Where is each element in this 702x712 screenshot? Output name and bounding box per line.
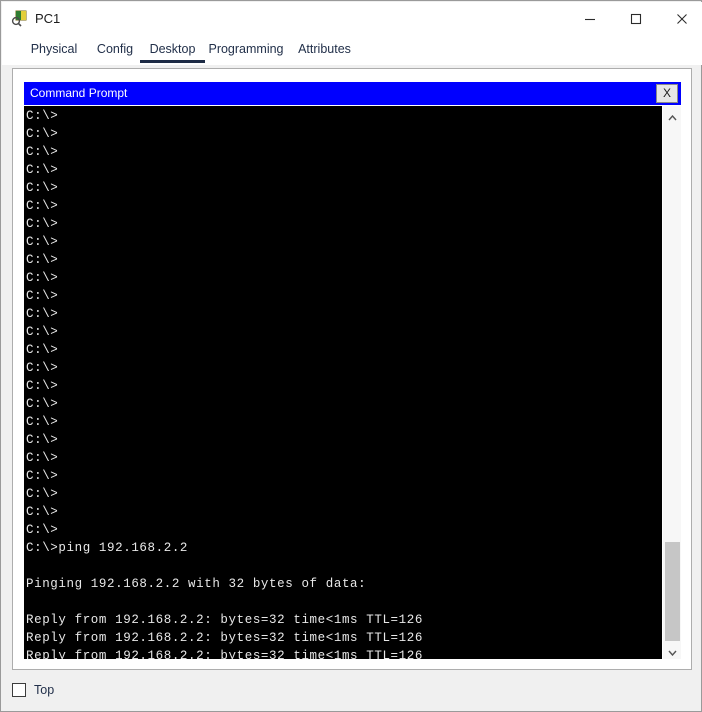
top-checkbox[interactable] [12, 683, 26, 697]
chevron-up-icon[interactable] [663, 106, 681, 124]
bottom-bar: Top [12, 679, 54, 701]
chevron-down-icon[interactable] [663, 641, 681, 659]
tab-label: Physical [30, 42, 78, 56]
tab-physical[interactable]: Physical [18, 35, 90, 65]
close-icon[interactable] [659, 3, 702, 35]
desktop-panel: Command Prompt X C:\> C:\> C:\> C:\> C:\… [12, 68, 692, 670]
command-prompt-title: Command Prompt [30, 86, 128, 100]
device-tab-strip: Physical Config Desktop Programming Attribut… [2, 35, 702, 65]
minimize-icon[interactable] [567, 3, 613, 35]
command-prompt-close-button[interactable]: X [656, 84, 678, 103]
command-prompt-window: Command Prompt X C:\> C:\> C:\> C:\> C:\… [24, 82, 681, 659]
command-prompt-titlebar: Command Prompt X [24, 82, 681, 105]
top-checkbox-label: Top [34, 682, 55, 697]
terminal-area: C:\> C:\> C:\> C:\> C:\> C:\> C:\> C:\> … [24, 106, 681, 659]
tab-config[interactable]: Config [84, 35, 146, 65]
tab-label: Desktop [149, 42, 196, 56]
tab-label: Attributes [298, 42, 351, 56]
tab-attributes[interactable]: Attributes [287, 35, 362, 65]
terminal-output[interactable]: C:\> C:\> C:\> C:\> C:\> C:\> C:\> C:\> … [24, 106, 662, 659]
tab-label: Config [96, 42, 134, 56]
window-titlebar: PC1 [2, 2, 702, 35]
pc1-device-window: PC1 Physical Config Desktop Programming Attr… [0, 0, 702, 712]
terminal-text: C:\> C:\> C:\> C:\> C:\> C:\> C:\> C:\> … [26, 109, 423, 659]
tab-label: Programming [208, 42, 284, 56]
window-title: PC1 [35, 11, 61, 26]
scrollbar-track[interactable] [663, 124, 681, 642]
tab-programming[interactable]: Programming [196, 35, 296, 65]
scrollbar-thumb[interactable] [665, 542, 680, 642]
device-pc-icon [11, 9, 29, 27]
terminal-scrollbar[interactable] [662, 106, 681, 659]
maximize-icon[interactable] [613, 3, 659, 35]
